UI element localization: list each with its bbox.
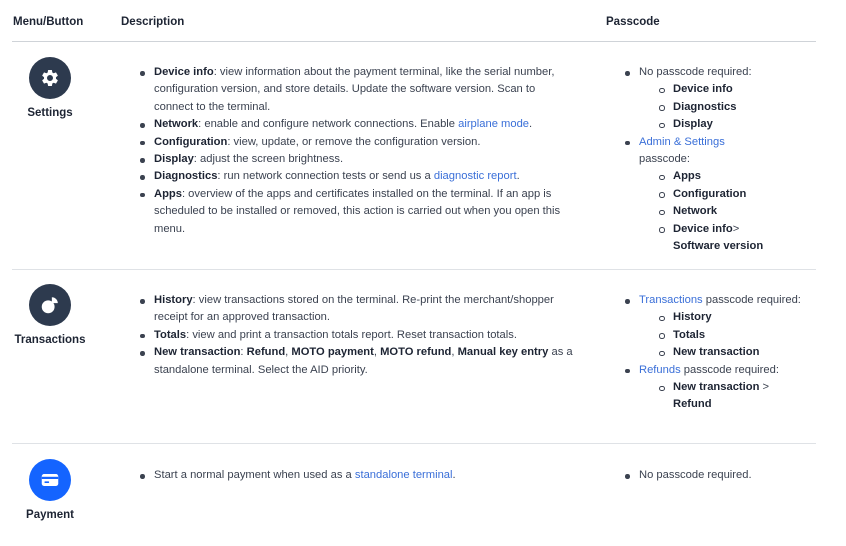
settings-label: Settings [27,107,73,119]
payment-cell: Payment [12,459,88,524]
list-item: No passcode required: Device info Diagno… [623,64,823,134]
row-divider [12,269,816,270]
list-item: Network: enable and configure network co… [138,116,574,133]
transactions-label: Transactions [14,334,86,346]
sub-list-item: Diagnostics [639,99,823,116]
list-item: Refunds passcode required: New transacti… [623,362,823,414]
transactions-description: History: view transactions stored on the… [138,292,574,379]
transactions-cell: Transactions [12,284,88,349]
list-item: No passcode required. [623,467,823,484]
refunds-link[interactable]: Refunds [639,364,681,376]
list-item: Start a normal payment when used as a st… [138,467,574,484]
card-icon [29,459,71,501]
transactions-link[interactable]: Transactions [639,294,703,306]
standalone-terminal-link[interactable]: standalone terminal [355,469,453,481]
header-menu-button: Menu/Button [13,16,84,28]
header-description: Description [121,16,185,28]
list-item: Configuration: view, update, or remove t… [138,134,574,151]
list-item: Transactions passcode required: History … [623,292,823,362]
sub-list-item: Totals [639,327,823,344]
sub-list-item: New transaction [639,344,823,361]
payment-label: Payment [26,509,74,521]
list-item: Admin & Settings passcode: Apps Configur… [623,134,823,256]
passcode-table: Menu/Button Description Passcode Setting… [0,0,846,546]
admin-settings-link[interactable]: Admin & Settings [639,136,725,148]
sub-list-item: Device info> Software version [639,221,823,256]
list-item: Apps: overview of the apps and certifica… [138,186,574,238]
list-item: Display: adjust the screen brightness. [138,151,574,168]
sub-list-item: Apps [639,168,823,185]
header-divider [12,41,816,42]
list-item: History: view transactions stored on the… [138,292,574,327]
sub-list-item: Display [639,116,823,133]
sub-list-item: New transaction > Refund [639,379,823,414]
sub-list-item: Device info [639,81,823,98]
settings-passcode: No passcode required: Device info Diagno… [623,64,823,255]
payment-passcode: No passcode required. [623,467,823,484]
transactions-passcode: Transactions passcode required: History … [623,292,823,414]
header-passcode: Passcode [606,16,660,28]
airplane-mode-link[interactable]: airplane mode [458,118,529,130]
settings-description: Device info: view information about the … [138,64,574,238]
sub-list-item: Network [639,203,823,220]
list-item: New transaction: Refund, MOTO payment, M… [138,344,574,379]
list-item: Device info: view information about the … [138,64,574,116]
row-divider [12,443,816,444]
diagnostic-report-link[interactable]: diagnostic report [434,170,517,182]
settings-cell: Settings [12,57,88,122]
sub-list-item: History [639,309,823,326]
payment-description: Start a normal payment when used as a st… [138,467,574,484]
transactions-icon [29,284,71,326]
list-item: Totals: view and print a transaction tot… [138,327,574,344]
gear-icon [29,57,71,99]
sub-list-item: Configuration [639,186,823,203]
list-item: Diagnostics: run network connection test… [138,168,574,185]
